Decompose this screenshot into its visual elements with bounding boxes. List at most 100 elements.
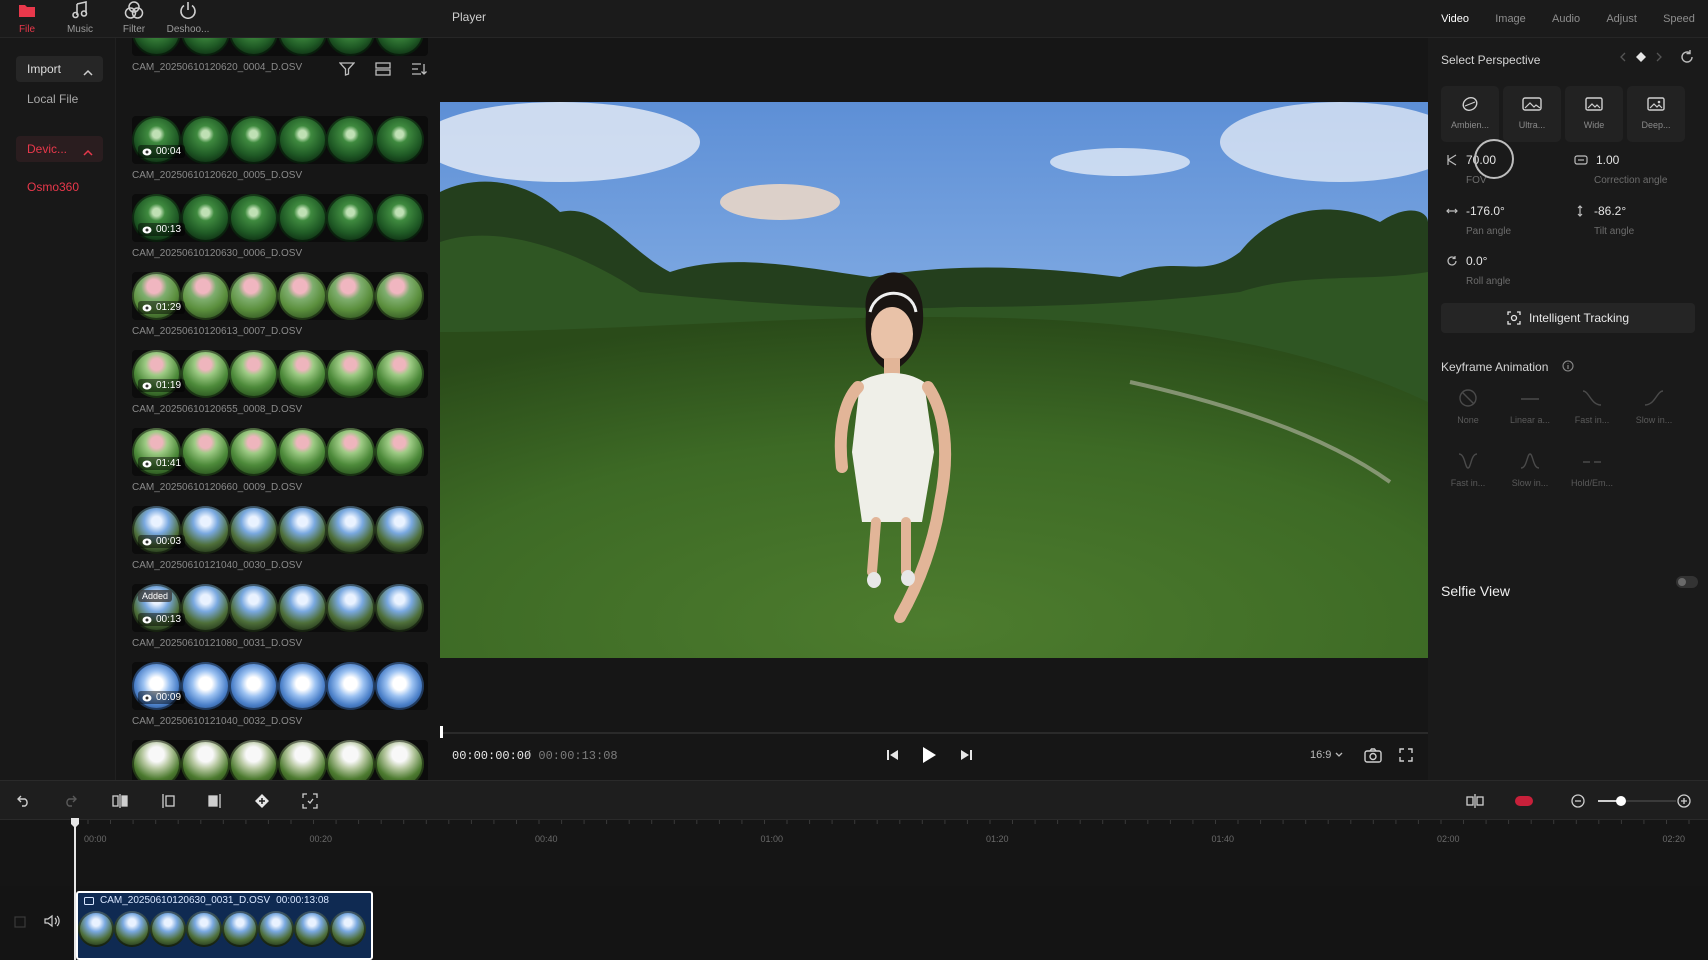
media-thumbnail: [374, 194, 424, 242]
duration-text: 00:04: [156, 146, 182, 157]
tab-file[interactable]: File: [2, 0, 52, 38]
playback-progress-track[interactable]: [440, 732, 1428, 734]
distortion-param[interactable]: 1.00 Correction angle: [1574, 153, 1667, 186]
keyframe-none[interactable]: None: [1440, 383, 1496, 439]
tab-music-label: Music: [66, 24, 94, 35]
keyframe-slow-in-out[interactable]: Slow in...: [1502, 446, 1558, 502]
record-button[interactable]: [1512, 789, 1536, 813]
perspective-ambient[interactable]: Ambien...: [1441, 86, 1499, 142]
media-file-name: CAM_20250610120620_0004_D.OSV: [132, 62, 303, 73]
undo-button[interactable]: [12, 789, 36, 813]
none-icon: [1459, 389, 1477, 407]
keyframe-hold[interactable]: Hold/Em...: [1564, 446, 1620, 502]
media-thumbnail: [374, 272, 424, 320]
lens-icon: [1462, 97, 1478, 111]
frame-select-icon: [302, 793, 318, 809]
track-audio-icon[interactable]: [44, 914, 60, 931]
pan-param[interactable]: -176.0° Pan angle: [1446, 204, 1511, 237]
fov-dial[interactable]: [1474, 139, 1514, 179]
perspective-deep[interactable]: Deep...: [1627, 86, 1685, 142]
intelligent-tracking-button[interactable]: Intelligent Tracking: [1441, 303, 1695, 333]
redo-button[interactable]: [58, 789, 82, 813]
media-thumbnail: [326, 116, 375, 164]
zoom-out-button[interactable]: [1566, 789, 1590, 813]
zoom-in-button[interactable]: [1672, 789, 1696, 813]
reset-button[interactable]: [1680, 50, 1694, 67]
device-folder[interactable]: Devic...: [16, 136, 103, 162]
tilt-icon: [1577, 205, 1583, 217]
video-preview[interactable]: [440, 102, 1428, 658]
ruler-tick-label: 02:00: [1437, 834, 1460, 844]
play-button[interactable]: [916, 742, 942, 768]
chevron-right-icon: [1656, 52, 1662, 62]
media-item[interactable]: 00:09 CAM_20250610121040_0032_D.OSV: [132, 662, 428, 727]
local-file-item[interactable]: Local File: [27, 92, 78, 106]
import-button[interactable]: Import: [16, 56, 103, 82]
roll-param[interactable]: 0.0° Roll angle: [1446, 254, 1510, 287]
media-item[interactable]: 00:13 Added CAM_20250610121080_0031_D.OSV: [132, 584, 428, 649]
frame-select-button[interactable]: [298, 789, 322, 813]
osmo360-item[interactable]: Osmo360: [27, 180, 79, 194]
selfie-view-toggle[interactable]: [1676, 576, 1698, 588]
duration-text: 00:03: [156, 536, 182, 547]
hold-curve-icon: [1583, 461, 1601, 463]
aspect-ratio-select[interactable]: 16:9: [1310, 749, 1343, 761]
media-thumbnail: [326, 428, 375, 476]
tilt-value: -86.2°: [1594, 204, 1627, 218]
media-thumbnail: [326, 506, 375, 554]
tab-video[interactable]: Video: [1441, 9, 1469, 29]
360-camera-icon: [142, 616, 152, 623]
trim-right-button[interactable]: [203, 789, 227, 813]
add-keyframe-button[interactable]: [250, 789, 274, 813]
media-item[interactable]: [132, 740, 428, 780]
media-thumbnail: [277, 506, 327, 554]
timeline-playhead[interactable]: [74, 818, 76, 960]
media-item[interactable]: 00:13 CAM_20250610120630_0006_D.OSV: [132, 194, 428, 259]
perspective-wide[interactable]: Wide: [1565, 86, 1623, 142]
media-thumbnail: [374, 740, 424, 780]
tab-filter[interactable]: Filter: [109, 0, 159, 38]
tab-audio[interactable]: Audio: [1552, 9, 1580, 29]
info-icon[interactable]: [1562, 360, 1574, 375]
media-item[interactable]: 00:03 CAM_20250610121040_0030_D.OSV: [132, 506, 428, 571]
pan-icon: [1446, 208, 1458, 214]
media-item[interactable]: 00:04 CAM_20250610120620_0005_D.OSV: [132, 116, 428, 181]
media-thumbnail-strip: 00:09: [132, 662, 428, 710]
tab-music[interactable]: Music: [55, 0, 105, 38]
image-wide-icon: [1522, 97, 1542, 111]
keyframe-fast-in-out[interactable]: Fast in...: [1440, 446, 1496, 502]
media-item[interactable]: CAM_20250610120620_0004_D.OSV: [132, 38, 428, 73]
media-item[interactable]: 01:19 CAM_20250610120655_0008_D.OSV: [132, 350, 428, 415]
fullscreen-button[interactable]: [1393, 742, 1419, 768]
next-frame-button[interactable]: [953, 742, 979, 768]
keyframe-linear[interactable]: Linear a...: [1502, 383, 1558, 439]
keyframe-hold-label: Hold/Em...: [1570, 478, 1613, 488]
power-icon: [179, 0, 197, 20]
keyframe-slow-in[interactable]: Slow in...: [1626, 383, 1682, 439]
folder-icon: [18, 0, 36, 20]
snap-button[interactable]: [1463, 789, 1487, 813]
zoom-slider[interactable]: [1598, 796, 1676, 806]
tab-speed[interactable]: Speed: [1663, 9, 1695, 29]
keyframe-fast-in[interactable]: Fast in...: [1564, 383, 1620, 439]
media-thumbnail: [374, 116, 424, 164]
tab-deshoo[interactable]: Deshoo...: [163, 0, 213, 38]
tab-adjust[interactable]: Adjust: [1606, 9, 1637, 29]
tilt-param[interactable]: -86.2° Tilt angle: [1574, 204, 1634, 237]
split-button[interactable]: [108, 789, 132, 813]
tab-image[interactable]: Image: [1495, 9, 1526, 29]
timeline-ruler[interactable]: 00:00 00:20 00:40 01:00 01:20 01:40 02:00 02:20: [0, 820, 1708, 886]
media-file-name: CAM_20250610120613_0007_D.OSV: [132, 326, 303, 337]
perspective-ultra[interactable]: Ultra...: [1503, 86, 1561, 142]
media-item[interactable]: 01:29 CAM_20250610120613_0007_D.OSV: [132, 272, 428, 337]
zoom-slider-handle[interactable]: [1616, 796, 1627, 806]
snapshot-button[interactable]: [1360, 742, 1386, 768]
trim-left-button[interactable]: [156, 789, 180, 813]
media-item[interactable]: 01:41 CAM_20250610120660_0009_D.OSV: [132, 428, 428, 493]
duration-badge: 00:04: [138, 145, 186, 158]
playback-progress-handle[interactable]: [440, 726, 443, 738]
track-lock-icon[interactable]: [14, 916, 26, 931]
player-header: Player: [440, 0, 1428, 38]
timeline-clip[interactable]: CAM_20250610120630_0031_D.OSV 00:00:13:0…: [76, 891, 373, 960]
previous-frame-button[interactable]: [880, 742, 906, 768]
